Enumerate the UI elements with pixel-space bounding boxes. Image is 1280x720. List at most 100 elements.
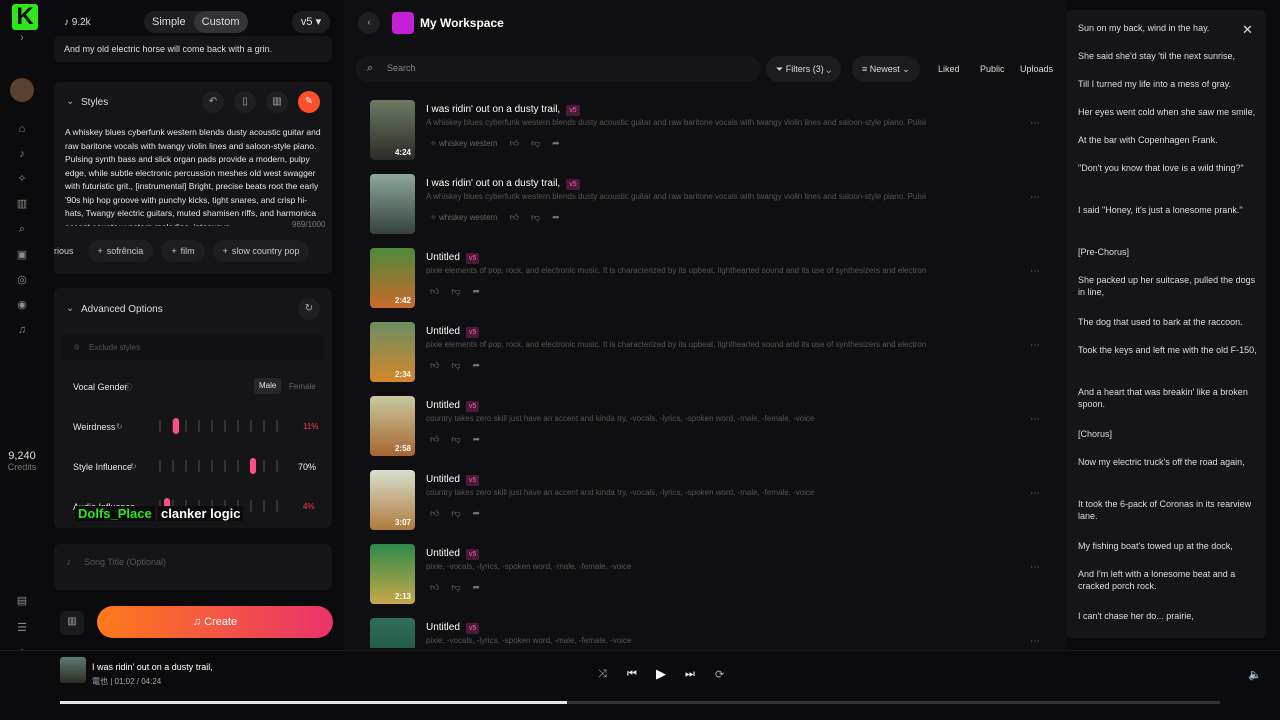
mode-simple[interactable]: Simple [144, 11, 194, 33]
trash-icon[interactable]: ▥ [60, 611, 84, 635]
create-button[interactable]: ♫ Create [97, 606, 333, 638]
song-row[interactable]: 3:07 Untitled v5 country takes zero skill j… [370, 470, 1050, 542]
avatar[interactable] [10, 78, 34, 102]
shuffle-icon[interactable]: ⤨ [598, 668, 607, 681]
reset-icon[interactable]: ↻ [298, 298, 320, 320]
male-option[interactable]: Male [254, 378, 282, 394]
docs-icon[interactable]: ☰ [14, 620, 30, 636]
song-thumbnail[interactable]: 3:07 [370, 470, 415, 530]
studio-icon[interactable]: ▣ [14, 247, 30, 263]
share-icon[interactable]: ➦ [552, 138, 560, 149]
song-thumbnail[interactable]: 2:42 [370, 248, 415, 308]
share-icon[interactable]: ➦ [473, 508, 481, 519]
style-tag[interactable]: + sofrência [87, 240, 154, 262]
previous-icon[interactable]: ⏮ [627, 668, 637, 681]
public-filter[interactable]: Public [974, 56, 1011, 82]
song-row[interactable]: 4:24 I was ridin' out on a dusty trail, v5… [370, 100, 1050, 172]
share-icon[interactable]: ➦ [552, 212, 560, 223]
slider-handle[interactable] [250, 458, 256, 474]
undo-icon[interactable]: ↶ [202, 91, 224, 113]
more-options-icon[interactable]: ⋯ [1030, 266, 1040, 277]
thumbs-up-icon[interactable]: 👍︎ [430, 434, 439, 445]
thumbs-up-icon[interactable]: 👍︎ [510, 138, 519, 149]
song-row[interactable]: 2:42 Untitled v5 pixie elements of pop, roc… [370, 248, 1050, 320]
style-tag[interactable]: rious [54, 240, 80, 262]
thumbs-up-icon[interactable]: 👍︎ [430, 508, 439, 519]
next-icon[interactable]: ⏭ [685, 668, 695, 681]
song-row[interactable]: 2:58 Untitled v5 country takes zero skill j… [370, 396, 1050, 468]
song-thumbnail[interactable]: 2:58 [370, 396, 415, 456]
player-title[interactable]: I was ridin' out on a dusty trail, [92, 662, 213, 672]
magic-wand-icon[interactable]: ✎ [298, 91, 320, 113]
song-title[interactable]: Untitled v5 [426, 326, 480, 338]
style-tag[interactable]: + film [161, 240, 205, 262]
song-thumbnail[interactable] [370, 618, 415, 648]
volume-icon[interactable]: 🔈 [1248, 668, 1262, 681]
song-title[interactable]: I was ridin' out on a dusty trail, v5 [426, 104, 580, 116]
song-row[interactable]: Untitled v5 pixie, -vocals, -lyrics, -spok… [370, 618, 1050, 648]
progress-bar[interactable] [60, 701, 1220, 704]
trash-icon[interactable]: ▥ [266, 91, 288, 113]
filters-button[interactable]: ⏷ Filters (3) ⌄ [766, 56, 842, 82]
more-options-icon[interactable]: ⋯ [1030, 488, 1040, 499]
song-row[interactable]: I was ridin' out on a dusty trail, v5 A wh… [370, 174, 1050, 246]
version-select[interactable]: v5 ▾ [292, 11, 330, 33]
chevron-down-icon[interactable]: ⌄ [66, 96, 74, 107]
more-options-icon[interactable]: ⋯ [1030, 192, 1040, 203]
song-title[interactable]: Untitled v5 [426, 622, 480, 634]
slider-handle[interactable] [173, 418, 179, 434]
song-thumbnail[interactable]: 4:24 [370, 100, 415, 160]
song-title[interactable]: Untitled v5 [426, 252, 480, 264]
thumbs-down-icon[interactable]: 👎︎ [451, 434, 460, 445]
more-options-icon[interactable]: ⋯ [1030, 414, 1040, 425]
reset-icon[interactable]: ↻ [116, 422, 123, 431]
thumbs-down-icon[interactable]: 👎︎ [531, 212, 540, 223]
thumbs-up-icon[interactable]: 👍︎ [510, 212, 519, 223]
more-options-icon[interactable]: ⋯ [1030, 636, 1040, 647]
back-icon[interactable]: ‹ [358, 12, 380, 34]
hooks-icon[interactable]: ◎ [14, 272, 30, 288]
create-icon[interactable]: ♪ [14, 146, 30, 162]
exclude-styles-input[interactable]: ⦸ Exclude styles [62, 334, 324, 360]
search-icon[interactable]: ⌕ [14, 221, 30, 237]
share-icon[interactable]: ➦ [473, 434, 481, 445]
weirdness-slider[interactable] [159, 418, 293, 434]
chevron-down-icon[interactable]: ⌄ [66, 303, 74, 314]
style-influence-slider[interactable] [159, 458, 293, 474]
song-title[interactable]: Untitled v5 [426, 548, 480, 560]
home-icon[interactable]: ⌂ [14, 121, 30, 137]
song-thumbnail[interactable] [370, 174, 415, 234]
song-tag[interactable]: ✧ whiskey western [430, 213, 498, 222]
sort-button[interactable]: ≡ Newest ⌄ [852, 56, 920, 82]
song-tag[interactable]: ✧ whiskey western [430, 139, 498, 148]
more-options-icon[interactable]: ⋯ [1030, 340, 1040, 351]
mode-custom[interactable]: Custom [193, 11, 248, 33]
search-input[interactable]: ⌕ Search [356, 56, 760, 82]
info-icon[interactable]: ⓘ [124, 382, 132, 393]
library-icon[interactable]: ▥ [14, 196, 30, 212]
bell-icon[interactable]: ♫ [14, 322, 30, 338]
thumbs-down-icon[interactable]: 👎︎ [451, 360, 460, 371]
thumbs-down-icon[interactable]: 👎︎ [451, 508, 460, 519]
share-icon[interactable]: ➦ [473, 286, 481, 297]
gift-icon[interactable]: ▤ [14, 593, 30, 609]
song-thumbnail[interactable]: 2:13 [370, 544, 415, 604]
thumbs-down-icon[interactable]: 👎︎ [531, 138, 540, 149]
thumbs-up-icon[interactable]: 👍︎ [430, 582, 439, 593]
credits[interactable]: 9,240 Credits [2, 450, 42, 472]
song-row[interactable]: 2:34 Untitled v5 pixie elements of pop, roc… [370, 322, 1050, 394]
thumbs-up-icon[interactable]: 👍︎ [430, 286, 439, 297]
more-options-icon[interactable]: ⋯ [1030, 562, 1040, 573]
thumbs-up-icon[interactable]: 👍︎ [430, 360, 439, 371]
uploads-filter[interactable]: Uploads [1014, 56, 1059, 82]
radio-icon[interactable]: ◉ [14, 297, 30, 313]
thumbs-down-icon[interactable]: 👎︎ [451, 286, 460, 297]
style-tag[interactable]: + slow country pop [212, 240, 310, 262]
repeat-icon[interactable]: ⟳ [715, 668, 724, 681]
song-title[interactable]: I was ridin' out on a dusty trail, v5 [426, 178, 580, 190]
share-icon[interactable]: ➦ [473, 360, 481, 371]
explore-icon[interactable]: ✧ [14, 171, 30, 187]
bookmark-icon[interactable]: ▯ [234, 91, 256, 113]
player-thumbnail[interactable] [60, 657, 86, 683]
play-icon[interactable]: ▶ [656, 666, 666, 682]
